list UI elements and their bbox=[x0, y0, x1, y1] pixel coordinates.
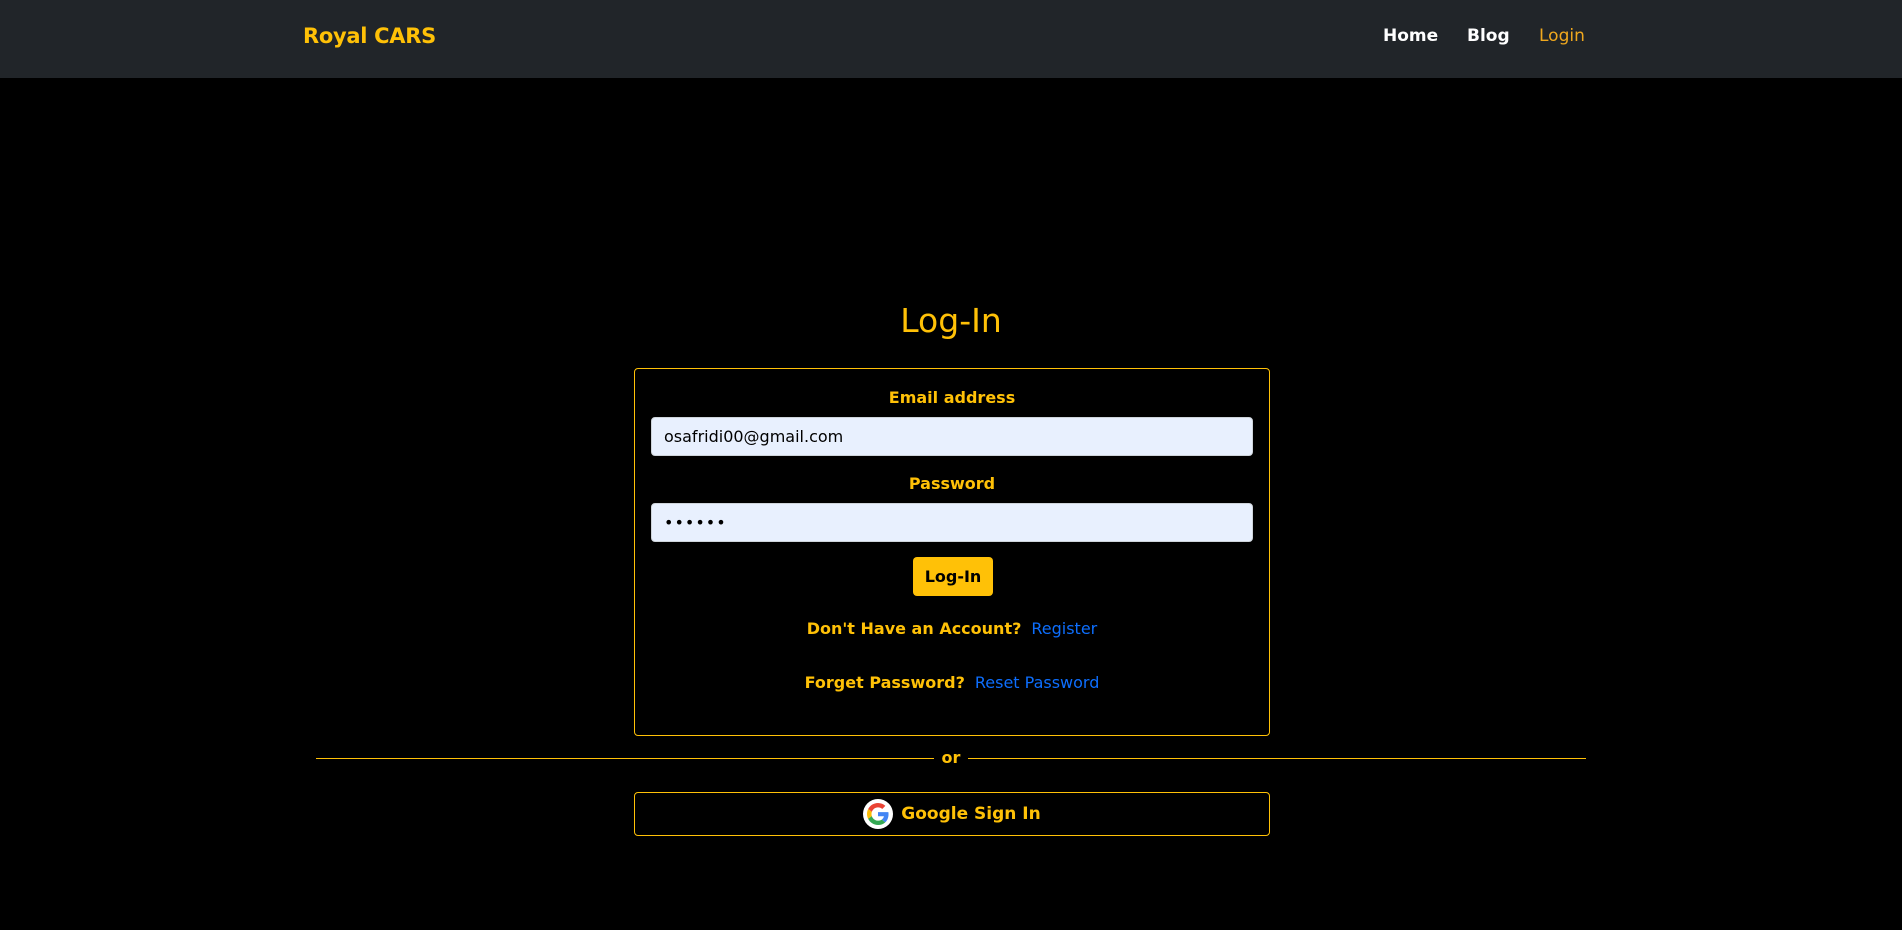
forgot-password-prompt: Forget Password? bbox=[804, 673, 965, 692]
email-label: Email address bbox=[888, 388, 1016, 407]
google-icon bbox=[863, 799, 894, 829]
register-prompt: Don't Have an Account? bbox=[806, 619, 1022, 638]
navbar: Royal CARS Home Blog Login bbox=[0, 0, 1902, 78]
nav-link-login[interactable]: Login bbox=[1539, 26, 1585, 46]
password-label: Password bbox=[908, 474, 996, 493]
divider-line-left bbox=[316, 758, 934, 759]
nav-links: Home Blog Login bbox=[0, 26, 1902, 52]
divider-text: or bbox=[941, 748, 961, 767]
nav-link-home[interactable]: Home bbox=[1383, 26, 1438, 46]
divider-line-right bbox=[968, 758, 1586, 759]
email-field[interactable] bbox=[651, 417, 1253, 456]
password-field[interactable] bbox=[651, 503, 1253, 542]
or-divider: or bbox=[316, 748, 1586, 768]
register-link[interactable]: Register bbox=[1031, 619, 1097, 638]
google-sign-in-label: Google Sign In bbox=[901, 804, 1041, 824]
reset-password-link[interactable]: Reset Password bbox=[975, 673, 1100, 692]
register-row: Don't Have an Account? Register bbox=[635, 619, 1269, 638]
login-form-card: Email address Password Log-In Don't Have… bbox=[634, 368, 1270, 736]
reset-password-row: Forget Password? Reset Password bbox=[635, 673, 1269, 692]
nav-link-blog[interactable]: Blog bbox=[1467, 26, 1510, 46]
google-sign-in-button[interactable]: Google Sign In bbox=[634, 792, 1270, 836]
login-submit-button[interactable]: Log-In bbox=[913, 557, 993, 596]
page-title: Log-In bbox=[900, 301, 1002, 340]
